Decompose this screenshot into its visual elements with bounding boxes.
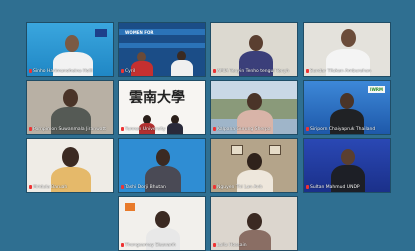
banner-strip (119, 43, 205, 48)
participant-name: Cyril (121, 68, 203, 75)
participant-tile[interactable]: Tashi Dorji Bhutan (118, 138, 206, 193)
participant-name: Kalpana Gurung Sherpa (213, 126, 295, 133)
mic-muted-icon (213, 184, 216, 189)
participant-name: Sultan Mahmud UNDP (306, 184, 388, 191)
participant-tile[interactable]: Sultan Mahmud UNDP (303, 138, 391, 193)
participant-name: Laila Hossain (213, 242, 295, 249)
university-logo-text: 雲南大學 (129, 90, 185, 106)
participant-tile[interactable]: Sinho Harimanoheina Holli (26, 22, 114, 77)
participant-name: Tashi Dorji Bhutan (121, 184, 203, 191)
mic-muted-icon (121, 68, 124, 73)
video-call-screen: Sinho Harimanoheina Holli WOMEN FOR Cyri… (0, 0, 415, 251)
logo-badge (125, 203, 135, 211)
participant-head (340, 93, 354, 109)
participant-tile[interactable]: WOMEN FOR Cyril (118, 22, 206, 77)
mic-muted-icon (29, 68, 32, 73)
participant-name: Mridula Baruah (29, 184, 111, 191)
mic-muted-icon (213, 242, 216, 247)
participant-tile[interactable]: Laila Hossain (210, 196, 298, 251)
org-logo-tag: IWRM (368, 86, 385, 93)
participant-name: Thongsamay Sisavanh (121, 242, 203, 249)
participant-head (341, 29, 356, 47)
participant-tile[interactable]: AMIA Tenyin Tenho tengul Tenyh (210, 22, 298, 77)
mic-muted-icon (306, 68, 309, 73)
participant-tile[interactable]: Thongsamay Sisavanh (118, 196, 206, 251)
participant-name: Siriporn Chaiyapruk Thailand (306, 126, 388, 133)
participant-tile[interactable]: 雲南大學 Yunnan University (118, 80, 206, 135)
participant-name: Yunnan University (121, 126, 203, 133)
participant-tile[interactable]: Kalpana Gurung Sherpa (210, 80, 298, 135)
mic-muted-icon (29, 126, 32, 131)
mic-muted-icon (121, 184, 124, 189)
wall-frame (231, 145, 243, 155)
mic-muted-icon (121, 126, 124, 131)
participant-head (249, 35, 263, 51)
participant-head (65, 35, 79, 52)
banner-text: WOMEN FOR (125, 30, 154, 35)
participant-head (62, 147, 79, 167)
participant-tile[interactable]: Sundar Tilakan Amburahan (303, 22, 391, 77)
participant-tile[interactable]: Mridula Baruah (26, 138, 114, 193)
participant-name: Pornpimon Suwanmala Jiranwatt (29, 126, 111, 133)
participant-name: Nguyen Thi Lan Anh (213, 184, 295, 191)
mic-muted-icon (306, 184, 309, 189)
mic-muted-icon (213, 68, 216, 73)
participant-head (156, 149, 170, 166)
wall-frame (269, 145, 281, 155)
participant-name: Sinho Harimanoheina Holli (29, 68, 111, 75)
participant-head (247, 213, 262, 230)
participant-head (63, 89, 78, 107)
mic-muted-icon (29, 184, 32, 189)
logo-badge (95, 29, 107, 37)
participant-tile[interactable]: IWRM Siriporn Chaiyapruk Thailand (303, 80, 391, 135)
participant-head (247, 93, 262, 110)
mic-muted-icon (306, 126, 309, 131)
participant-tile[interactable]: Pornpimon Suwanmala Jiranwatt (26, 80, 114, 135)
mic-muted-icon (121, 242, 124, 247)
participant-head (341, 149, 355, 165)
participant-name: Sundar Tilakan Amburahan (306, 68, 388, 75)
participant-head (155, 211, 170, 228)
participant-tile[interactable]: Nguyen Thi Lan Anh (210, 138, 298, 193)
participant-head (247, 153, 262, 170)
participant-name: AMIA Tenyin Tenho tengul Tenyh (213, 68, 295, 75)
mic-muted-icon (213, 126, 216, 131)
